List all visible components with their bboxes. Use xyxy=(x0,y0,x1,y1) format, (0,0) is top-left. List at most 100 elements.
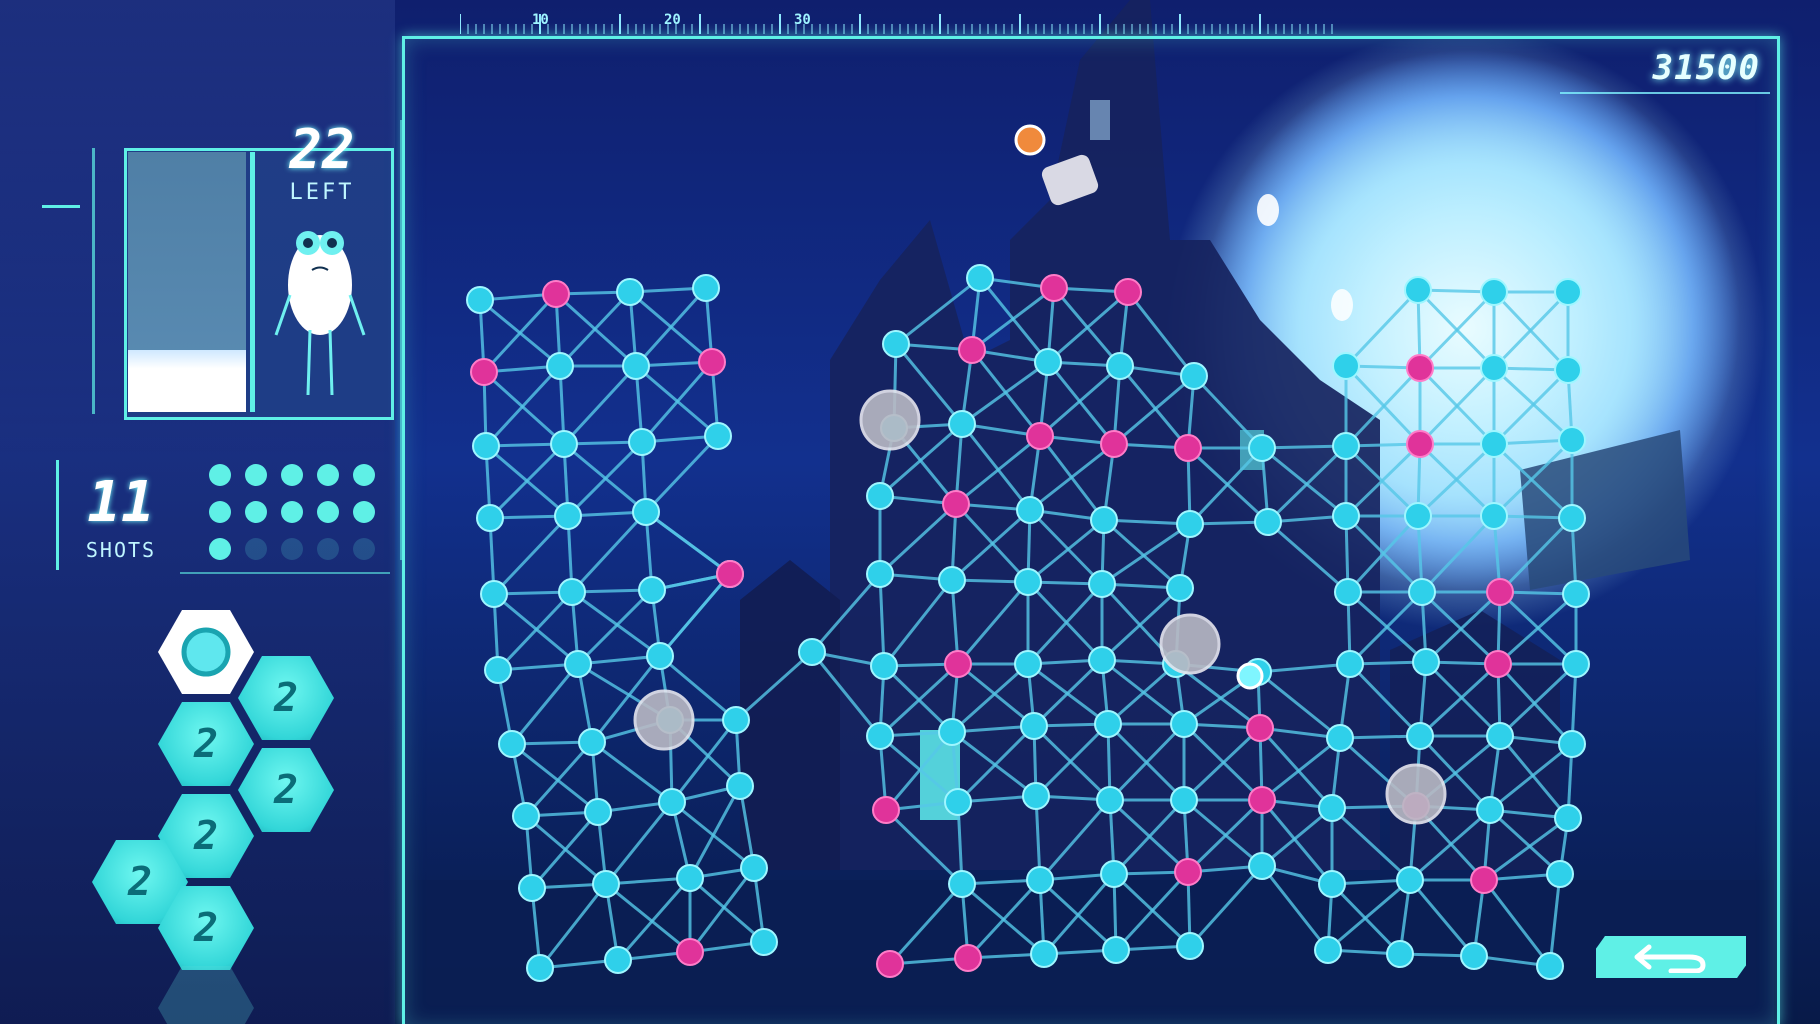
network-node[interactable] xyxy=(472,432,500,460)
network-node[interactable] xyxy=(584,798,612,826)
charged-node[interactable] xyxy=(1248,786,1276,814)
network-node[interactable] xyxy=(1176,510,1204,538)
network-node[interactable] xyxy=(692,274,720,302)
network-node[interactable] xyxy=(1554,804,1582,832)
charged-node[interactable] xyxy=(872,796,900,824)
network-node[interactable] xyxy=(1020,712,1048,740)
back-button[interactable] xyxy=(1596,936,1746,978)
network-node[interactable] xyxy=(1332,502,1360,530)
network-node[interactable] xyxy=(628,428,656,456)
charged-node[interactable] xyxy=(1484,650,1512,678)
network-node[interactable] xyxy=(1554,278,1582,306)
network-node[interactable] xyxy=(750,928,778,956)
network-node[interactable] xyxy=(1558,426,1586,454)
network-node[interactable] xyxy=(1480,430,1508,458)
network-node[interactable] xyxy=(1332,432,1360,460)
network-node[interactable] xyxy=(1536,952,1564,980)
network-node[interactable] xyxy=(1170,710,1198,738)
network-node[interactable] xyxy=(1404,502,1432,530)
network-node[interactable] xyxy=(1094,710,1122,738)
network-node[interactable] xyxy=(622,352,650,380)
network-node[interactable] xyxy=(1326,724,1354,752)
network-node[interactable] xyxy=(740,854,768,882)
charged-node[interactable] xyxy=(1246,714,1274,742)
network-node[interactable] xyxy=(938,718,966,746)
network-node[interactable] xyxy=(1180,362,1208,390)
network-node[interactable] xyxy=(480,580,508,608)
network-node[interactable] xyxy=(1254,508,1282,536)
network-node[interactable] xyxy=(704,422,732,450)
network-node[interactable] xyxy=(558,578,586,606)
network-node[interactable] xyxy=(1106,352,1134,380)
network-node[interactable] xyxy=(944,788,972,816)
network-node[interactable] xyxy=(726,772,754,800)
network-node[interactable] xyxy=(1088,570,1116,598)
network-node[interactable] xyxy=(554,502,582,530)
network-node[interactable] xyxy=(1030,940,1058,968)
network-node[interactable] xyxy=(1014,568,1042,596)
network-node[interactable] xyxy=(604,946,632,974)
network-node[interactable] xyxy=(1386,940,1414,968)
charged-node[interactable] xyxy=(716,560,744,588)
network-node[interactable] xyxy=(938,566,966,594)
network-node[interactable] xyxy=(1176,932,1204,960)
network-node[interactable] xyxy=(646,642,674,670)
network-node[interactable] xyxy=(1248,852,1276,880)
network-node[interactable] xyxy=(1248,434,1276,462)
network-node[interactable] xyxy=(870,652,898,680)
network-node[interactable] xyxy=(1486,722,1514,750)
network-node[interactable] xyxy=(1166,574,1194,602)
network-node[interactable] xyxy=(1022,782,1050,810)
network-node[interactable] xyxy=(1336,650,1364,678)
network-node[interactable] xyxy=(966,264,994,292)
network-node[interactable] xyxy=(1480,502,1508,530)
charged-node[interactable] xyxy=(876,950,904,978)
network-node[interactable] xyxy=(1558,504,1586,532)
network-node[interactable] xyxy=(1396,866,1424,894)
network-node[interactable] xyxy=(866,482,894,510)
network-node[interactable] xyxy=(550,430,578,458)
network-node[interactable] xyxy=(722,706,750,734)
network-node[interactable] xyxy=(948,410,976,438)
network-node[interactable] xyxy=(676,864,704,892)
charged-node[interactable] xyxy=(1114,278,1142,306)
network-node[interactable] xyxy=(1404,276,1432,304)
network-node[interactable] xyxy=(1412,648,1440,676)
charged-node[interactable] xyxy=(676,938,704,966)
network-node[interactable] xyxy=(1090,506,1118,534)
charged-node[interactable] xyxy=(1470,866,1498,894)
charged-node[interactable] xyxy=(1406,354,1434,382)
network-node[interactable] xyxy=(578,728,606,756)
charged-node[interactable] xyxy=(1100,430,1128,458)
network-node[interactable] xyxy=(512,802,540,830)
network-node[interactable] xyxy=(1034,348,1062,376)
network-node[interactable] xyxy=(658,788,686,816)
network-node[interactable] xyxy=(1562,650,1590,678)
network-node[interactable] xyxy=(1314,936,1342,964)
charged-node[interactable] xyxy=(470,358,498,386)
network-node[interactable] xyxy=(1546,860,1574,888)
network-node[interactable] xyxy=(1014,650,1042,678)
network-node[interactable] xyxy=(638,576,666,604)
charged-node[interactable] xyxy=(942,490,970,518)
network-node[interactable] xyxy=(1088,646,1116,674)
charged-node[interactable] xyxy=(1040,274,1068,302)
network-node[interactable] xyxy=(616,278,644,306)
network-node[interactable] xyxy=(466,286,494,314)
network-node[interactable] xyxy=(948,870,976,898)
network-node[interactable] xyxy=(1460,942,1488,970)
network-node[interactable] xyxy=(1554,356,1582,384)
network-node[interactable] xyxy=(526,954,554,982)
network-node[interactable] xyxy=(484,656,512,684)
network-node[interactable] xyxy=(1408,578,1436,606)
network-node[interactable] xyxy=(1406,722,1434,750)
charged-node[interactable] xyxy=(1174,858,1202,886)
network-node[interactable] xyxy=(1318,794,1346,822)
network-node[interactable] xyxy=(1562,580,1590,608)
network-node[interactable] xyxy=(564,650,592,678)
network-node[interactable] xyxy=(546,352,574,380)
network-node[interactable] xyxy=(498,730,526,758)
charged-node[interactable] xyxy=(542,280,570,308)
charged-node[interactable] xyxy=(954,944,982,972)
network-node[interactable] xyxy=(1476,796,1504,824)
